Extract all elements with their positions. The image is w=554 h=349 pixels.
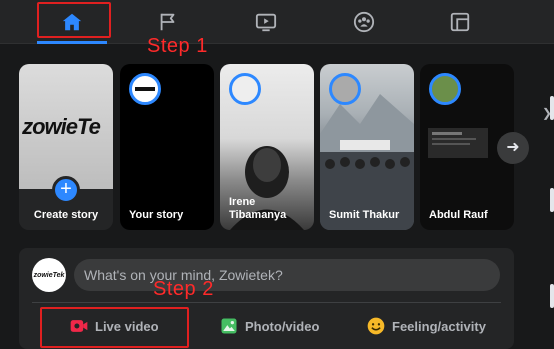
step2-label: Step 2 [153, 278, 214, 300]
nav-tab-watch[interactable] [231, 0, 301, 44]
photo-icon [221, 318, 237, 334]
scroll-marker [550, 96, 554, 120]
story-label: Irene Tibamanya [229, 196, 287, 221]
feeling-activity-button[interactable]: Feeling/activity [366, 310, 486, 342]
nav-tab-groups[interactable] [329, 0, 399, 44]
feeling-icon [367, 317, 385, 335]
story-label: Sumit Thakur [329, 209, 400, 221]
step1-highlight-box [37, 2, 111, 38]
avatar [329, 73, 361, 105]
brand-logo: zowieTe [22, 113, 101, 139]
step2-highlight-box [40, 307, 189, 348]
add-story-icon[interactable]: + [52, 176, 80, 204]
whats-on-your-mind-input[interactable]: What's on your mind, Zowietek? [74, 259, 500, 291]
nav-tab-gaming[interactable] [425, 0, 495, 44]
photo-video-label: Photo/video [245, 318, 320, 334]
avatar [229, 73, 261, 105]
story-card-irene[interactable]: Irene Tibamanya [220, 64, 314, 230]
create-story-image: zowieTe [19, 64, 113, 189]
arrow-right-icon: ➜ [506, 139, 520, 156]
feeling-activity-label: Feeling/activity [392, 318, 486, 334]
create-story-card[interactable]: zowieTe + Create story [19, 64, 113, 230]
divider [32, 302, 501, 303]
scroll-marker [550, 188, 554, 212]
story-card-sumit[interactable]: Sumit Thakur [320, 64, 414, 230]
next-stories-button[interactable]: ➜ [497, 132, 529, 164]
create-story-label: Create story [33, 209, 99, 221]
story-label: Your story [129, 209, 184, 221]
gaming-icon [450, 12, 470, 32]
avatar-text: zowieTek [33, 271, 65, 279]
avatar[interactable]: zowieTek [32, 258, 66, 292]
story-card-your-story[interactable]: Your story [120, 64, 214, 230]
active-tab-indicator [37, 41, 107, 44]
groups-icon [353, 11, 375, 33]
photo-video-button[interactable]: Photo/video [219, 310, 319, 342]
avatar [129, 73, 161, 105]
step1-label: Step 1 [147, 35, 208, 57]
watch-icon [255, 13, 277, 32]
story-label: Abdul Rauf [429, 209, 488, 221]
scroll-marker [550, 284, 554, 308]
right-edge-strip: ❯ [540, 44, 554, 349]
flag-icon [160, 13, 175, 31]
avatar [429, 73, 461, 105]
